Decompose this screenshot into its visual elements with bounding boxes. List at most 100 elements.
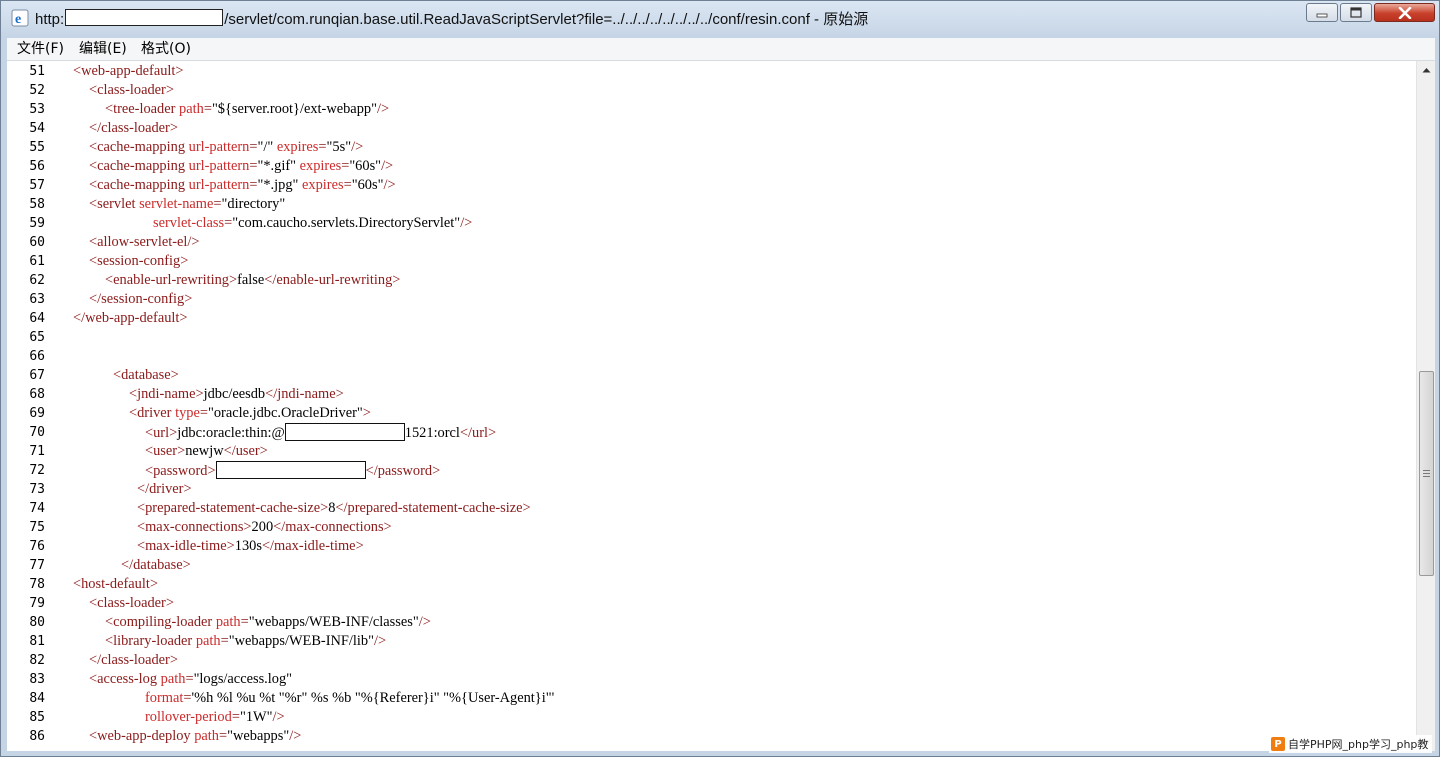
code-line: <password> </password>	[145, 461, 440, 481]
xml-text: newjw	[185, 443, 224, 459]
xml-tag: =	[343, 177, 352, 193]
code-line: format='%h %l %u %t "%r" %s %b "%{Refere…	[145, 689, 554, 708]
xml-text: "*.gif"	[257, 158, 297, 174]
code-line: </web-app-default>	[73, 309, 188, 328]
xml-attribute: type	[175, 405, 200, 421]
code-line: <web-app-deploy path="webapps"/>	[89, 727, 301, 746]
xml-tag: =	[240, 614, 249, 630]
xml-text: "5s"	[326, 139, 352, 155]
code-area: <web-app-default> <class-loader> <tree-loa…	[7, 61, 1412, 751]
title-prefix: http:	[35, 11, 65, 28]
vertical-scrollbar[interactable]	[1416, 61, 1435, 751]
code-line: <servlet servlet-name="directory"	[89, 195, 285, 214]
code-line: <library-loader path="webapps/WEB-INF/li…	[105, 632, 386, 651]
xml-attribute: expires	[276, 139, 319, 155]
xml-attribute: format	[145, 690, 184, 706]
code-line: <access-log path="logs/access.log"	[89, 670, 292, 689]
xml-tag: >	[362, 405, 371, 421]
code-line: <session-config>	[89, 252, 188, 271]
menu-edit[interactable]: 编辑(E)	[79, 40, 127, 58]
xml-tag: </database>	[121, 557, 191, 573]
svg-text:e: e	[15, 12, 21, 27]
xml-tag: <database>	[113, 367, 179, 383]
xml-tag: <enable-url-rewriting>	[105, 272, 238, 288]
xml-tag: <allow-servlet-el/>	[89, 234, 200, 250]
scroll-thumb[interactable]	[1419, 371, 1434, 576]
xml-attribute: url-pattern	[188, 177, 250, 193]
xml-text: "60s"	[349, 158, 382, 174]
xml-text: "oracle.jdbc.OracleDriver"	[207, 405, 363, 421]
xml-tag: <compiling-loader	[105, 614, 216, 630]
xml-tag: </session-config>	[89, 291, 193, 307]
code-line: <max-idle-time>130s</max-idle-time>	[137, 537, 364, 556]
browser-window: e http: /servlet/com.runqian.base.util.Re…	[0, 0, 1440, 757]
title-bar: e http: /servlet/com.runqian.base.util.Re…	[1, 1, 1439, 37]
xml-tag: <host-default>	[73, 576, 158, 592]
xml-text: "webapps/WEB-INF/lib"	[228, 633, 374, 649]
source-view[interactable]: 51 52 53 54 55 56 57 58 59 60 61 62 63 64 65 66 67 68 69 70…	[7, 61, 1435, 751]
xml-text: "${server.root}/ext-webapp"	[211, 101, 377, 117]
xml-tag: =	[220, 633, 229, 649]
xml-tag: </user>	[223, 443, 268, 459]
xml-tag: />	[418, 614, 431, 630]
code-line: </class-loader>	[89, 651, 178, 670]
code-line: <host-default>	[73, 575, 158, 594]
code-line: <driver type="oracle.jdbc.OracleDriver">	[129, 404, 371, 423]
xml-tag: </max-idle-time>	[261, 538, 364, 554]
code-line: <cache-mapping url-pattern="*.gif" expir…	[89, 157, 393, 176]
xml-tag: </enable-url-rewriting>	[264, 272, 401, 288]
grip-line	[1423, 470, 1430, 471]
xml-tag: <class-loader>	[89, 595, 174, 611]
xml-tag: <web-app-default>	[73, 63, 184, 79]
code-line: rollover-period="1W"/>	[145, 708, 285, 727]
menu-format[interactable]: 格式(O)	[141, 40, 191, 58]
xml-text: "60s"	[351, 177, 384, 193]
xml-tag: <max-connections>	[137, 519, 252, 535]
code-line: </class-loader>	[89, 119, 178, 138]
xml-tag: =	[318, 139, 327, 155]
code-line: <max-connections>200</max-connections>	[137, 518, 392, 537]
minimize-button[interactable]	[1306, 3, 1338, 22]
xml-attribute: url-pattern	[188, 139, 250, 155]
xml-tag: </prepared-statement-cache-size>	[335, 500, 531, 516]
code-line: <enable-url-rewriting>false</enable-url-…	[105, 271, 400, 290]
close-button[interactable]	[1374, 3, 1435, 22]
xml-tag: <jndi-name>	[129, 386, 204, 402]
xml-tag: <cache-mapping	[89, 158, 189, 174]
xml-tag: <tree-loader	[105, 101, 180, 117]
xml-tag: </password>	[365, 463, 441, 479]
xml-tag: =	[213, 196, 222, 212]
xml-tag: <library-loader	[105, 633, 196, 649]
watermark: P 自学PHP网_php学习_php教	[1269, 735, 1433, 753]
xml-tag: <url>	[145, 425, 178, 441]
xml-tag: =	[203, 101, 212, 117]
xml-text: "com.caucho.servlets.DirectoryServlet"	[232, 215, 461, 231]
xml-text: 130s	[234, 538, 262, 554]
xml-attribute: expires	[302, 177, 344, 193]
xml-attribute: servlet-name	[139, 196, 214, 212]
xml-tag: <prepared-statement-cache-size>	[137, 500, 329, 516]
scroll-up-button[interactable]	[1417, 61, 1435, 78]
code-line: <web-app-default>	[73, 62, 184, 81]
code-line: <database>	[113, 366, 179, 385]
xml-tag: =	[219, 728, 228, 744]
code-line: <tree-loader path="${server.root}/ext-we…	[105, 100, 389, 119]
ie-icon: e	[11, 9, 29, 27]
code-line: <url>jdbc:oracle:thin:@ 1521:orcl</url>	[145, 423, 496, 443]
xml-text: "1W"	[239, 709, 273, 725]
xml-tag: <cache-mapping	[89, 177, 189, 193]
menu-file[interactable]: 文件(F)	[17, 40, 64, 58]
xml-attribute: path	[179, 101, 204, 117]
code-line: </session-config>	[89, 290, 192, 309]
xml-tag: </jndi-name>	[265, 386, 344, 402]
code-line: </driver>	[137, 480, 192, 499]
xml-tag: </max-connections>	[273, 519, 392, 535]
xml-tag: =	[185, 671, 194, 687]
watermark-text: 自学PHP网_php学习_php教	[1288, 738, 1429, 751]
code-line: <compiling-loader path="webapps/WEB-INF/…	[105, 613, 431, 632]
code-line: servlet-class="com.caucho.servlets.Direc…	[153, 214, 472, 233]
xml-tag: =	[231, 709, 240, 725]
xml-tag: <cache-mapping	[89, 139, 189, 155]
xml-tag: <session-config>	[89, 253, 189, 269]
maximize-button[interactable]	[1340, 3, 1372, 22]
